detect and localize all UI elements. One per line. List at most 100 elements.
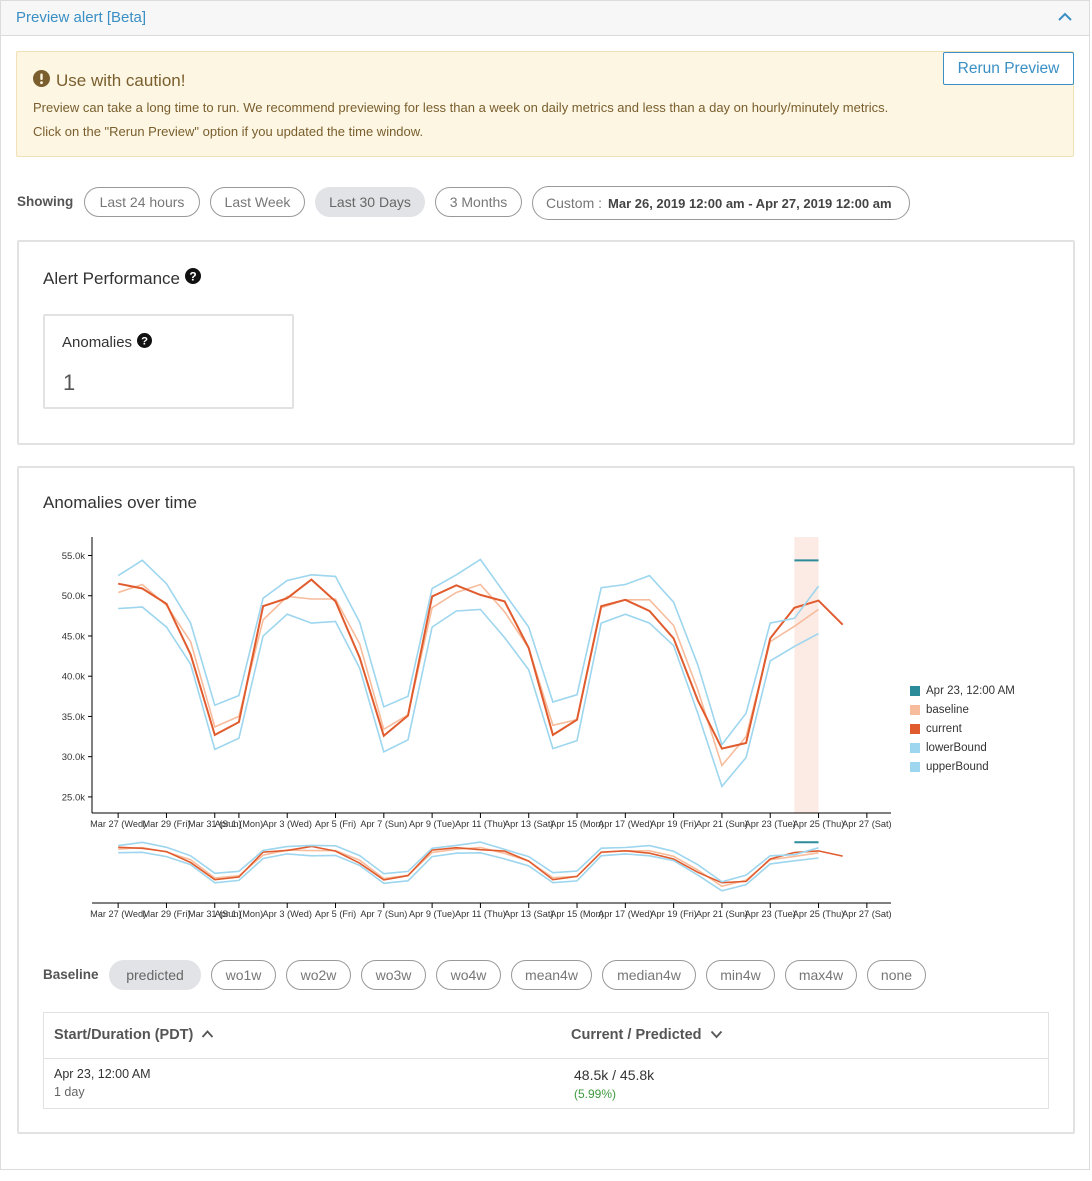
x-tick-label: Apr 1 (Mon)	[215, 819, 264, 829]
series-line-current	[118, 578, 844, 750]
x-tick-label: Apr 27 (Sat)	[842, 909, 892, 919]
column-header-current-predicted[interactable]: Current / Predicted	[571, 1027, 723, 1043]
anomalies-table: Start/Duration (PDT) Current / Predicted…	[43, 1012, 1049, 1109]
x-tick-label: Apr 23 (Tue)	[745, 909, 796, 919]
range-3-months[interactable]: 3 Months	[435, 187, 522, 217]
x-tick-label: Apr 3 (Wed)	[263, 909, 312, 919]
legend-label: current	[926, 722, 962, 735]
baseline-predicted[interactable]: predicted	[109, 960, 201, 990]
x-tick-label: Apr 21 (Sun)	[696, 819, 748, 829]
legend-label: baseline	[926, 703, 969, 716]
legend-item-current[interactable]: current	[910, 719, 1015, 738]
legend-swatch	[910, 704, 920, 715]
baseline-none[interactable]: none	[867, 960, 926, 990]
x-tick-label: Mar 27 (Wed)	[90, 819, 146, 829]
legend-label: Apr 23, 12:00 AM	[926, 684, 1015, 697]
chevron-up-icon	[201, 1027, 214, 1043]
custom-label: Custom :	[546, 195, 603, 211]
question-circle-icon[interactable]: ?	[137, 333, 153, 352]
row-change-percent: (5.99%)	[574, 1087, 617, 1101]
y-tick-label: 35.0k	[62, 712, 85, 723]
x-tick-label: Apr 11 (Thu)	[455, 819, 506, 829]
caution-title: Use with caution!	[56, 71, 186, 90]
table-header: Start/Duration (PDT) Current / Predicted	[44, 1013, 1048, 1059]
rerun-preview-button[interactable]: Rerun Preview	[943, 52, 1074, 85]
x-tick-label: Mar 29 (Fri)	[142, 819, 190, 829]
x-tick-label: Apr 25 (Thu)	[793, 909, 845, 919]
range-last-week[interactable]: Last Week	[210, 187, 305, 217]
x-tick-label: Mar 27 (Wed)	[90, 909, 146, 919]
x-tick-label: Apr 9 (Tue)	[409, 909, 455, 919]
x-tick-label: Apr 15 (Mon)	[550, 909, 604, 919]
x-tick-label: Mar 29 (Fri)	[142, 909, 190, 919]
caution-banner: Use with caution! Preview can take a lon…	[16, 51, 1074, 157]
caution-title-row: Use with caution!	[33, 70, 185, 92]
range-last-30-days[interactable]: Last 30 Days	[315, 187, 425, 217]
y-tick-label: 45.0k	[62, 631, 85, 642]
legend-item-anomaly[interactable]: Apr 23, 12:00 AM	[910, 681, 1015, 700]
x-tick-label: Apr 5 (Fri)	[315, 909, 356, 919]
caution-text-1: Preview can take a long time to run. We …	[33, 100, 889, 115]
legend-label: upperBound	[926, 760, 989, 773]
baseline-wo3w[interactable]: wo3w	[361, 960, 426, 990]
legend-swatch	[910, 761, 920, 772]
legend-item-upperbound[interactable]: upperBound	[910, 757, 1015, 776]
column-header-label: Start/Duration (PDT)	[54, 1027, 194, 1043]
x-tick-label: Apr 13 (Sat)	[504, 909, 554, 919]
baseline-max4w[interactable]: max4w	[785, 960, 857, 990]
chevron-down-icon	[710, 1027, 723, 1043]
anomaly-band	[794, 537, 819, 813]
row-duration: 1 day	[54, 1085, 85, 1099]
legend-item-lowerbound[interactable]: lowerBound	[910, 738, 1015, 757]
y-tick-label: 30.0k	[62, 752, 85, 763]
exclamation-circle-icon	[33, 70, 50, 92]
chart-legend: Apr 23, 12:00 AM baseline current lowerB…	[910, 681, 1015, 776]
baseline-min4w[interactable]: min4w	[706, 960, 775, 990]
panel-title[interactable]: Preview alert [Beta]	[16, 9, 146, 26]
range-last-24-hours[interactable]: Last 24 hours	[84, 187, 200, 217]
y-tick-label: 25.0k	[62, 792, 85, 803]
series-line-upperBound	[117, 558, 820, 747]
anomalies-count: 1	[63, 370, 76, 395]
x-tick-label: Apr 27 (Sat)	[842, 819, 892, 829]
x-tick-label: Apr 15 (Mon)	[550, 819, 604, 829]
baseline-wo2w[interactable]: wo2w	[286, 960, 351, 990]
preview-alert-panel: Preview alert [Beta] Use with caution! P…	[0, 0, 1090, 1170]
x-tick-label: Apr 7 (Sun)	[360, 819, 407, 829]
anomalies-label-row: Anomalies ?	[62, 333, 153, 352]
x-tick-label: Apr 17 (Wed)	[598, 909, 652, 919]
y-tick-label: 40.0k	[62, 672, 85, 683]
row-current-predicted: 48.5k / 45.8k	[574, 1067, 655, 1083]
baseline-mean4w[interactable]: mean4w	[511, 960, 592, 990]
showing-label: Showing	[17, 194, 74, 209]
panel-header[interactable]: Preview alert [Beta]	[1, 1, 1089, 36]
chevron-up-icon[interactable]	[1057, 10, 1073, 29]
mini-series-line-lowerBound	[118, 851, 819, 892]
chart-title: Anomalies over time	[43, 493, 198, 512]
x-tick-label: Apr 13 (Sat)	[504, 819, 554, 829]
anomalies-label: Anomalies	[62, 334, 133, 351]
x-tick-label: Apr 3 (Wed)	[263, 819, 312, 829]
caution-text-2: Click on the "Rerun Preview" option if y…	[33, 124, 424, 139]
baseline-label: Baseline	[43, 967, 99, 982]
custom-range-picker[interactable]: Custom : Mar 26, 2019 12:00 am - Apr 27, …	[532, 186, 910, 220]
column-header-start[interactable]: Start/Duration (PDT)	[54, 1027, 214, 1043]
custom-range-value: Mar 26, 2019 12:00 am - Apr 27, 2019 12:…	[608, 196, 892, 211]
baseline-median4w[interactable]: median4w	[602, 960, 696, 990]
alert-performance-title-row: Alert Performance ?	[43, 268, 201, 289]
question-circle-icon[interactable]: ?	[185, 268, 201, 289]
baseline-wo1w[interactable]: wo1w	[211, 960, 276, 990]
legend-swatch	[910, 723, 920, 734]
series-line-baseline	[117, 583, 819, 768]
alert-performance-title: Alert Performance	[43, 268, 180, 288]
legend-item-baseline[interactable]: baseline	[910, 700, 1015, 719]
baseline-wo4w[interactable]: wo4w	[436, 960, 501, 990]
svg-text:?: ?	[189, 270, 196, 284]
legend-swatch	[910, 742, 920, 753]
x-tick-label: Apr 7 (Sun)	[360, 909, 407, 919]
x-tick-label: Apr 17 (Wed)	[598, 819, 652, 829]
x-tick-label: Apr 19 (Fri)	[650, 909, 696, 919]
x-tick-label: Apr 1 (Mon)	[215, 909, 264, 919]
column-header-label: Current / Predicted	[571, 1027, 702, 1043]
x-tick-label: Apr 9 (Tue)	[409, 819, 455, 829]
